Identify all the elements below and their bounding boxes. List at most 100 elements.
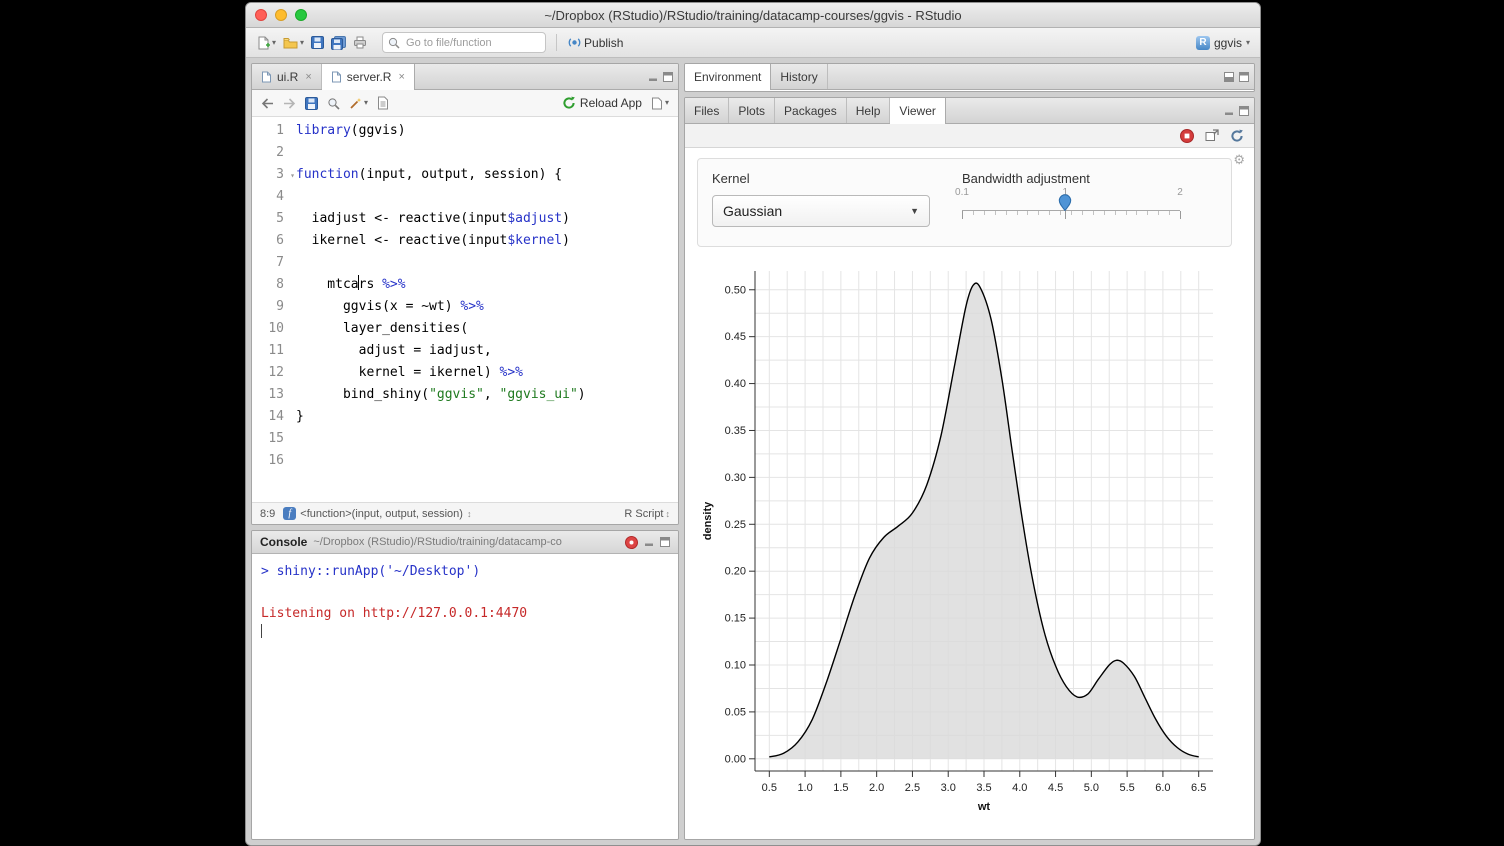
stop-icon[interactable] — [625, 536, 638, 549]
save-icon[interactable] — [305, 97, 318, 110]
maximize-pane-icon[interactable] — [1239, 72, 1249, 82]
bandwidth-slider[interactable]: 0.112 — [962, 196, 1180, 228]
code-line[interactable]: 11 adjust = iadjust, — [252, 340, 678, 362]
magic-wand-icon — [349, 97, 362, 110]
environment-tabbar: Environment History — [685, 64, 1254, 90]
open-in-new-window-icon[interactable] — [1205, 129, 1219, 142]
function-context-button[interactable]: f <function>(input, output, session) ↕ — [283, 507, 616, 520]
file-icon — [331, 71, 342, 83]
code-line[interactable]: 3▾function(input, output, session) { — [252, 164, 678, 186]
save-button[interactable] — [311, 36, 324, 49]
app-controls-panel: Kernel Gaussian ▼ Bandwidth adjustment 0… — [697, 158, 1232, 247]
slider-handle[interactable] — [1059, 194, 1072, 211]
zoom-window-button[interactable] — [295, 9, 307, 21]
tab-environment[interactable]: Environment — [685, 64, 771, 90]
slider-tick — [1049, 211, 1050, 215]
close-window-button[interactable] — [255, 9, 267, 21]
line-number: 12 — [252, 362, 296, 384]
code-line[interactable]: 10 layer_densities( — [252, 318, 678, 340]
tab-ui-r[interactable]: ui.R × — [252, 64, 322, 89]
code-line[interactable]: 4 — [252, 186, 678, 208]
reload-icon — [562, 96, 576, 110]
maximize-pane-icon[interactable] — [1239, 106, 1249, 116]
code-line[interactable]: 2 — [252, 142, 678, 164]
svg-text:6.5: 6.5 — [1191, 782, 1206, 794]
slider-tick-major — [1180, 211, 1181, 219]
forward-icon[interactable] — [283, 98, 296, 109]
maximize-pane-icon[interactable] — [663, 72, 673, 82]
code-line[interactable]: 7 — [252, 252, 678, 274]
close-tab-icon[interactable]: × — [398, 71, 404, 83]
svg-text:0.40: 0.40 — [725, 378, 746, 390]
function-context-label: <function>(input, output, session) — [300, 508, 463, 520]
tab-history[interactable]: History — [771, 64, 827, 89]
minimize-pane-icon[interactable] — [648, 72, 658, 82]
tab-label: ui.R — [277, 70, 298, 84]
caret-down-icon: ▾ — [1246, 39, 1250, 47]
file-type-button[interactable]: R Script ↕ — [624, 508, 670, 520]
new-file-button[interactable]: ▾ — [256, 36, 276, 50]
editor-toolbar: ▾ Reload App ▾ — [252, 90, 678, 117]
minimize-pane-icon[interactable] — [644, 537, 654, 547]
console-working-directory: ~/Dropbox (RStudio)/RStudio/training/dat… — [313, 536, 619, 548]
console-output[interactable]: > shiny::runApp('~/Desktop') Listening o… — [252, 554, 678, 839]
kernel-label: Kernel — [712, 171, 930, 186]
project-menu-button[interactable]: R ggvis ▾ — [1196, 36, 1250, 50]
minimize-pane-icon[interactable] — [1224, 106, 1234, 116]
save-all-button[interactable] — [331, 36, 346, 50]
print-button[interactable] — [353, 36, 367, 49]
tab-plots[interactable]: Plots — [729, 98, 775, 123]
tab-packages[interactable]: Packages — [775, 98, 847, 123]
tab-server-r[interactable]: server.R× — [322, 64, 415, 90]
code-line[interactable]: 15 — [252, 428, 678, 450]
tab-label: History — [780, 70, 817, 84]
viewer-tabbar: FilesPlotsPackagesHelpViewer — [685, 98, 1254, 124]
goto-file-box[interactable] — [382, 32, 546, 53]
minimize-window-button[interactable] — [275, 9, 287, 21]
tab-help[interactable]: Help — [847, 98, 891, 123]
stop-app-icon[interactable] — [1180, 129, 1194, 143]
code-line[interactable]: 8 mtcars %>% — [252, 274, 678, 296]
environment-pane: Environment History — [684, 63, 1255, 92]
slider-scale-label: 0.1 — [955, 187, 969, 198]
tab-viewer[interactable]: Viewer — [890, 98, 945, 124]
refresh-icon[interactable] — [1230, 129, 1244, 143]
fold-arrow-icon[interactable]: ▾ — [290, 165, 295, 187]
publish-button[interactable]: Publish — [567, 36, 623, 50]
kernel-select[interactable]: Gaussian ▼ — [712, 195, 930, 227]
caret-down-icon: ▾ — [665, 99, 669, 107]
code-editor[interactable]: 1library(ggvis)23▾function(input, output… — [252, 117, 678, 502]
code-line[interactable]: 1library(ggvis) — [252, 120, 678, 142]
code-line[interactable]: 14} — [252, 406, 678, 428]
source-options-button[interactable]: ▾ — [651, 97, 669, 110]
minimize-pane-icon[interactable] — [1224, 72, 1234, 82]
updown-icon: ↕ — [467, 509, 472, 519]
reload-app-button[interactable]: Reload App — [562, 96, 642, 110]
code-line[interactable]: 12 kernel = ikernel) %>% — [252, 362, 678, 384]
console-line: Listening on http://127.0.0.1:4470 — [261, 603, 669, 624]
find-icon[interactable] — [327, 97, 340, 110]
open-file-button[interactable]: ▾ — [283, 36, 304, 49]
main-toolbar: ▾ ▾ Publish — [246, 28, 1260, 58]
maximize-pane-icon[interactable] — [660, 537, 670, 547]
code-line[interactable]: 9 ggvis(x = ~wt) %>% — [252, 296, 678, 318]
svg-text:5.0: 5.0 — [1084, 782, 1099, 794]
slider-tick — [1104, 211, 1105, 215]
close-tab-icon[interactable]: × — [305, 71, 311, 83]
code-line[interactable]: 13 bind_shiny("ggvis", "ggvis_ui") — [252, 384, 678, 406]
compile-report-icon[interactable] — [377, 96, 389, 110]
code-line[interactable]: 5 iadjust <- reactive(input$adjust) — [252, 208, 678, 230]
source-doc-icon — [651, 97, 663, 110]
back-icon[interactable] — [261, 98, 274, 109]
tab-files[interactable]: Files — [685, 98, 729, 123]
svg-text:0.50: 0.50 — [725, 284, 746, 296]
caret-down-icon: ▾ — [364, 99, 368, 107]
gear-icon[interactable]: ⚙ — [1233, 152, 1245, 168]
svg-text:0.20: 0.20 — [725, 566, 746, 578]
svg-text:density: density — [702, 501, 714, 540]
code-line[interactable]: 16 — [252, 450, 678, 472]
code-line[interactable]: 6 ikernel <- reactive(input$kernel) — [252, 230, 678, 252]
goto-file-input[interactable] — [404, 36, 550, 50]
code-tools-button[interactable]: ▾ — [349, 97, 368, 110]
caret-down-icon: ▾ — [272, 39, 276, 47]
